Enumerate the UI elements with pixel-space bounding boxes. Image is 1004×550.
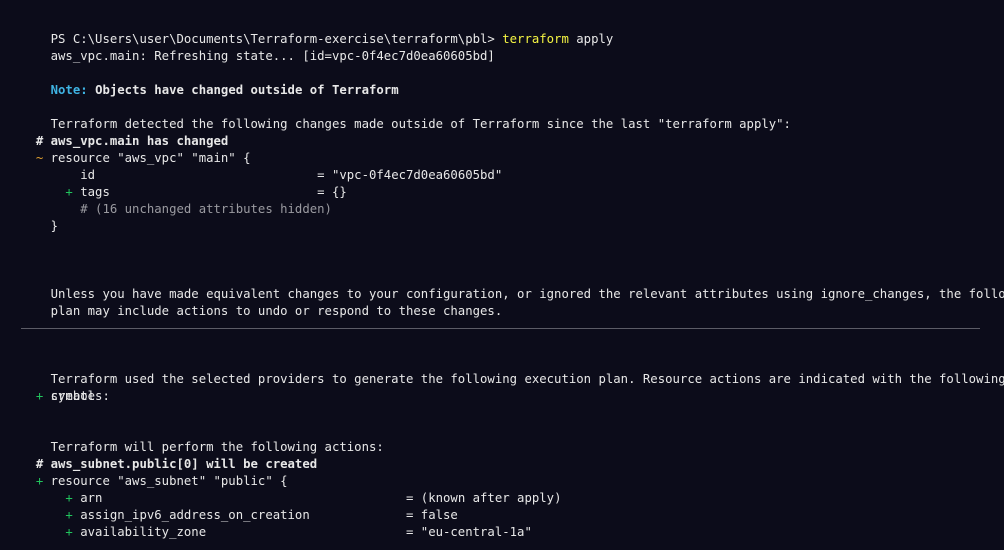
vpc-tags-line: + tags = {} xyxy=(21,184,347,201)
vpc-tags-value: = {} xyxy=(317,185,347,199)
terminal-window[interactable]: PS C:\Users\user\Documents\Terraform-exe… xyxy=(0,0,1004,550)
vpc-resource-line: ~ resource "aws_vpc" "main" { xyxy=(21,150,251,167)
plus-symbol: + xyxy=(65,491,73,505)
vpc-tags-key: tags xyxy=(80,185,110,199)
used-line-2: symbols: xyxy=(21,371,110,403)
vpc-id-key: id xyxy=(80,168,96,182)
refresh-text: aws_vpc.main: Refreshing state... [id=vp… xyxy=(50,49,495,63)
separator-rule xyxy=(21,328,980,329)
vpc-changed-comment: # aws_vpc.main has changed xyxy=(21,133,229,150)
unless-text-2: plan may include actions to undo or resp… xyxy=(50,304,503,318)
prompt-command: terraform xyxy=(502,32,569,46)
subnet-arn-key: arn xyxy=(80,491,103,505)
used-text-1: Terraform used the selected providers to… xyxy=(50,372,1004,386)
prompt-args: apply xyxy=(576,32,614,46)
subnet-ipv6-value: = false xyxy=(406,508,458,522)
vpc-close-line: } xyxy=(21,218,58,235)
plus-symbol: + xyxy=(35,389,44,403)
subnet-resource-text: resource "aws_subnet" "public" { xyxy=(50,474,288,488)
subnet-arn-value: = (known after apply) xyxy=(406,491,562,505)
subnet-resource-line: + resource "aws_subnet" "public" { xyxy=(21,473,288,490)
hidden-attrs-text: # (16 unchanged attributes hidden) xyxy=(80,202,332,216)
used-line-1: Terraform used the selected providers to… xyxy=(21,354,1004,386)
vpc-id-line: id = "vpc-0f4ec7d0ea60605bd" xyxy=(21,167,502,184)
note-label: Note: xyxy=(50,83,88,97)
prompt-line: PS C:\Users\user\Documents\Terraform-exe… xyxy=(21,14,614,46)
unless-line-1: Unless you have made equivalent changes … xyxy=(21,269,1004,301)
close-brace: } xyxy=(50,219,59,233)
plus-symbol: + xyxy=(35,474,44,488)
plus-symbol: + xyxy=(65,185,73,199)
vpc-id-value: = "vpc-0f4ec7d0ea60605bd" xyxy=(317,168,503,182)
subnet-comment-line: # aws_subnet.public[0] will be created xyxy=(21,456,317,473)
subnet-comment-text: # aws_subnet.public[0] will be created xyxy=(35,457,318,471)
create-symbol-line: + create xyxy=(21,388,95,405)
subnet-az-line: + availability_zone = "eu-central-1a" xyxy=(21,524,532,541)
subnet-arn-line: + arn = (known after apply) xyxy=(21,490,561,507)
plus-symbol: + xyxy=(65,508,73,522)
vpc-resource-text: resource "aws_vpc" "main" { xyxy=(50,151,251,165)
subnet-az-key: availability_zone xyxy=(80,525,207,539)
subnet-az-value: = "eu-central-1a" xyxy=(405,525,532,539)
hidden-attrs-line: # (16 unchanged attributes hidden) xyxy=(21,201,332,218)
note-text: Objects have changed outside of Terrafor… xyxy=(95,83,399,97)
perform-line: Terraform will perform the following act… xyxy=(21,422,384,454)
vpc-changed-text: # aws_vpc.main has changed xyxy=(35,134,229,148)
perform-text: Terraform will perform the following act… xyxy=(50,440,384,454)
note-line: Note: Objects have changed outside of Te… xyxy=(21,65,399,97)
plus-symbol: + xyxy=(65,525,73,539)
subnet-ipv6-line: + assign_ipv6_address_on_creation = fals… xyxy=(21,507,458,524)
detected-line: Terraform detected the following changes… xyxy=(21,99,791,131)
refresh-line: aws_vpc.main: Refreshing state... [id=vp… xyxy=(21,31,495,63)
create-text: create xyxy=(50,389,96,403)
detected-text: Terraform detected the following changes… xyxy=(50,117,791,131)
subnet-ipv6-key: assign_ipv6_address_on_creation xyxy=(80,508,310,522)
unless-line-2: plan may include actions to undo or resp… xyxy=(21,286,503,318)
tilde-symbol: ~ xyxy=(35,151,44,165)
